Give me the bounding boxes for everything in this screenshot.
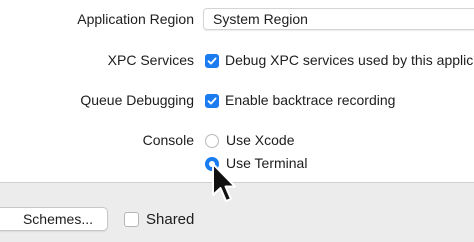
checkmark-icon bbox=[207, 57, 217, 64]
backtrace-checkbox-row[interactable]: Enable backtrace recording bbox=[205, 92, 395, 109]
debug-xpc-checkbox-label: Debug XPC services used by this applic bbox=[225, 52, 474, 68]
shared-checkbox[interactable] bbox=[124, 212, 139, 227]
shared-label: Shared bbox=[146, 211, 195, 228]
use-xcode-radio[interactable] bbox=[205, 133, 219, 148]
console-option-use-xcode[interactable]: Use Xcode bbox=[205, 132, 294, 149]
arrow-pointer-icon bbox=[212, 163, 236, 202]
xpc-services-label: XPC Services bbox=[107, 52, 194, 68]
checkmark-icon bbox=[207, 97, 217, 104]
application-region-label: Application Region bbox=[77, 11, 194, 27]
backtrace-checkbox[interactable] bbox=[205, 93, 219, 108]
application-region-popup[interactable]: System Region bbox=[203, 8, 474, 30]
console-label: Console bbox=[142, 132, 194, 148]
debug-xpc-checkbox[interactable] bbox=[205, 53, 219, 68]
backtrace-checkbox-label: Enable backtrace recording bbox=[225, 92, 396, 108]
scheme-options-panel: Application Region System Region XPC Ser… bbox=[0, 0, 474, 182]
queue-debugging-label: Queue Debugging bbox=[80, 92, 194, 108]
debug-xpc-checkbox-row[interactable]: Debug XPC services used by this applic bbox=[205, 52, 473, 69]
use-xcode-label: Use Xcode bbox=[226, 132, 295, 148]
manage-schemes-button[interactable]: Schemes... bbox=[0, 207, 108, 231]
shared-checkbox-row[interactable]: Shared bbox=[124, 211, 194, 228]
